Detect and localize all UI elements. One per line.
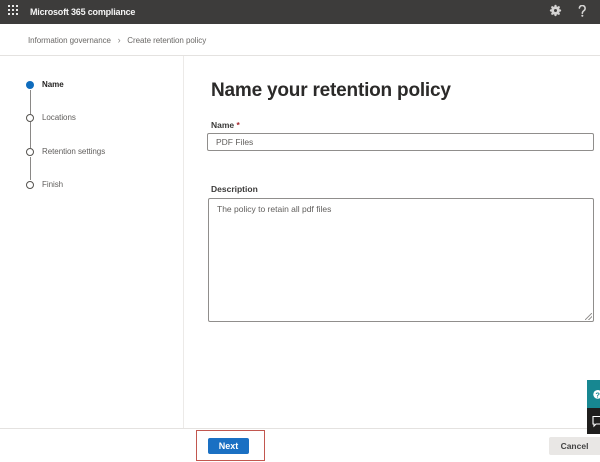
svg-text:?: ? xyxy=(595,390,600,399)
